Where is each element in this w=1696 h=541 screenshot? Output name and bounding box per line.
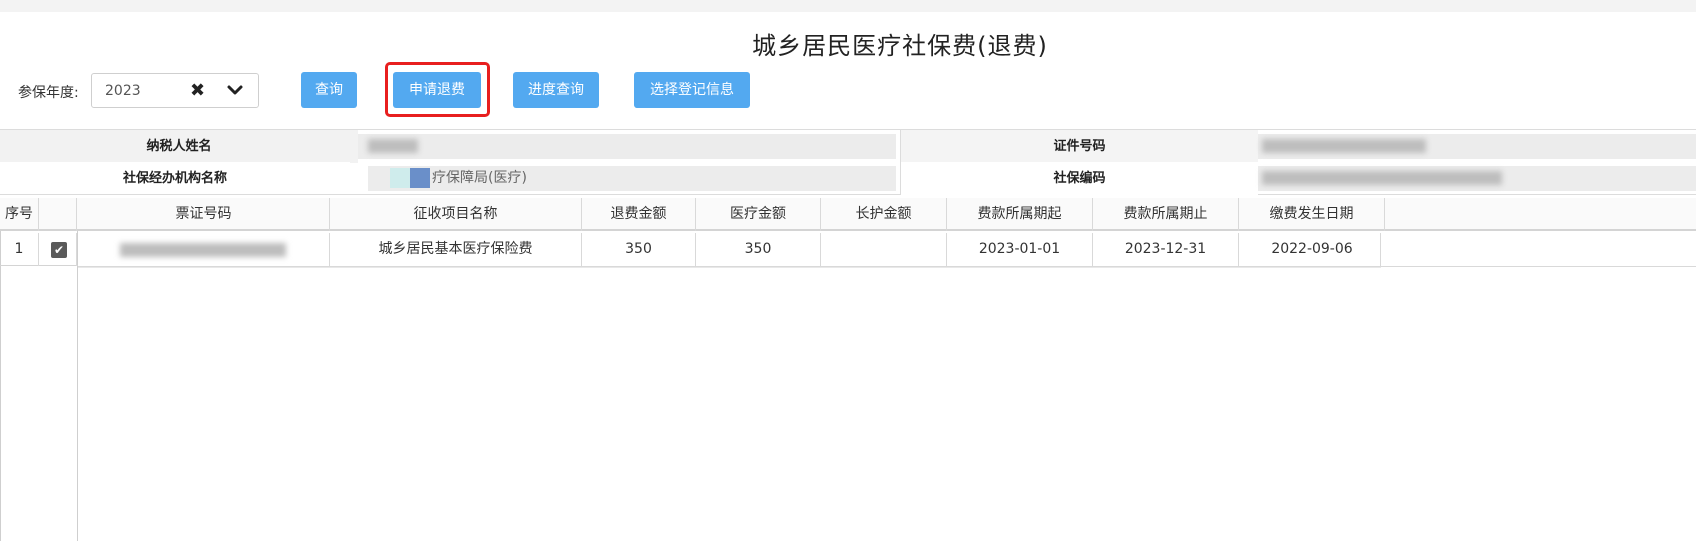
year-value: 2023 <box>105 83 141 99</box>
redacted-block <box>410 168 430 188</box>
redacted-id <box>1262 139 1426 153</box>
chevron-down-icon[interactable] <box>225 80 245 100</box>
refund-table: 序号 票证号码 征收项目名称 退费金额 医疗金额 长护金额 费款所属期起 费款所… <box>0 198 1696 541</box>
ss-code-field <box>1258 166 1696 191</box>
redacted-name <box>368 139 418 153</box>
page-title: 城乡居民医疗社保费(退费) <box>752 32 1048 60</box>
taxpayer-info-panel: 纳税人姓名 证件号码 社保经办机构名称 疗保障局(医疗) 社保编码 <box>0 129 1696 195</box>
cell-medical-amount: 350 <box>696 233 821 266</box>
info-row: 社保经办机构名称 疗保障局(医疗) 社保编码 <box>0 162 1696 195</box>
cell-ltc-amount <box>821 233 947 266</box>
table-header: 票证号码 征收项目名称 退费金额 医疗金额 长护金额 费款所属期起 费款所属期止… <box>78 198 1696 231</box>
table-row-frozen: 1 ✔ <box>0 233 78 266</box>
redacted-block <box>390 168 410 188</box>
header-ltc-amount: 长护金额 <box>821 198 947 231</box>
agency-name-value: 疗保障局(医疗) <box>432 170 527 186</box>
table-header-frozen: 序号 <box>0 198 78 231</box>
taxpayer-name-label: 纳税人姓名 <box>0 130 358 163</box>
id-number-field <box>1258 134 1696 159</box>
checkbox-checked[interactable]: ✔ <box>51 242 67 258</box>
cell-refund-amount: 350 <box>582 233 696 266</box>
cell-period-start: 2023-01-01 <box>947 233 1093 266</box>
agency-name-field: 疗保障局(医疗) <box>368 166 896 191</box>
header-refund-amount: 退费金额 <box>582 198 696 231</box>
taxpayer-name-field <box>358 134 896 159</box>
header-check <box>39 198 77 231</box>
cell-pay-date: 2022-09-06 <box>1271 241 1353 257</box>
header-pay-date: 缴费发生日期 <box>1239 198 1385 231</box>
apply-refund-button[interactable]: 申请退费 <box>393 72 481 108</box>
cell-item-name: 城乡居民基本医疗保险费 <box>330 233 582 266</box>
top-strip <box>0 0 1696 12</box>
select-registration-button[interactable]: 选择登记信息 <box>634 72 750 108</box>
row-index: 1 <box>0 233 39 266</box>
year-label: 参保年度: <box>18 85 79 101</box>
info-row: 纳税人姓名 证件号码 <box>0 129 1696 163</box>
table-row[interactable]: 城乡居民基本医疗保险费 350 350 2023-01-01 2023-12-3… <box>78 233 1696 266</box>
header-period-end: 费款所属期止 <box>1093 198 1239 231</box>
header-ticket-no: 票证号码 <box>78 198 330 231</box>
progress-query-button[interactable]: 进度查询 <box>513 72 599 108</box>
row-divider <box>78 266 1696 267</box>
clear-icon[interactable]: ✖ <box>190 80 205 101</box>
cell-ticket-no <box>78 233 330 266</box>
header-period-start: 费款所属期起 <box>947 198 1093 231</box>
year-select[interactable]: 2023 ✖ <box>91 73 259 108</box>
header-item-name: 征收项目名称 <box>330 198 582 231</box>
cell-period-end: 2023-12-31 <box>1093 233 1239 266</box>
header-index: 序号 <box>0 198 39 231</box>
redacted-ticket-no <box>120 243 286 257</box>
id-number-label: 证件号码 <box>900 130 1258 163</box>
query-button[interactable]: 查询 <box>301 72 357 108</box>
redacted-ss-code <box>1262 171 1502 185</box>
agency-name-label: 社保经办机构名称 <box>0 162 350 195</box>
header-medical-amount: 医疗金额 <box>696 198 821 231</box>
ss-code-label: 社保编码 <box>900 162 1258 195</box>
